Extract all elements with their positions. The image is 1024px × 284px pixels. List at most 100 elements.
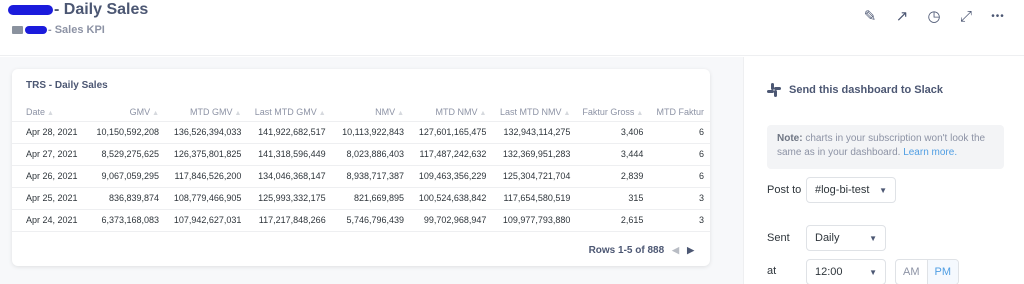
title-row: - Daily Sales — [8, 0, 148, 20]
time-select[interactable]: 12:00 ▼ — [806, 259, 886, 284]
post-to-label: Post to — [767, 184, 802, 196]
frequency-select[interactable]: Daily ▼ — [806, 225, 886, 251]
table-row: Apr 27, 2021 8,529,275,625 126,375,801,8… — [12, 143, 710, 166]
column-header[interactable]: Last MTD GMV ▲ — [247, 103, 332, 122]
table-cell[interactable]: 5,746,796,439 — [331, 209, 411, 232]
fullscreen-arrow-icon[interactable]: ↗ — [892, 6, 912, 26]
table-cell[interactable]: 100,524,638,842 — [410, 187, 493, 210]
column-header[interactable]: MTD Faktur — [649, 103, 710, 122]
column-header[interactable]: MTD GMV ▲ — [165, 103, 248, 122]
table-cell[interactable]: 8,529,275,625 — [87, 143, 166, 166]
table-cell[interactable]: Apr 25, 2021 — [12, 187, 88, 210]
slack-header: Send this dashboard to Slack — [767, 83, 943, 97]
slack-title: Send this dashboard to Slack — [789, 84, 944, 96]
table-cell[interactable]: 117,217,848,266 — [247, 209, 332, 232]
table-cell[interactable]: 117,846,526,200 — [165, 165, 248, 188]
channel-value: #log-bi-test — [815, 184, 870, 196]
table-cell[interactable]: 821,669,895 — [331, 187, 411, 210]
edit-icon[interactable]: ✎ — [860, 6, 880, 26]
table-cell[interactable]: 8,023,886,403 — [331, 143, 411, 166]
table-cell[interactable]: 10,113,922,843 — [331, 121, 411, 144]
table-cell[interactable]: Apr 27, 2021 — [12, 143, 88, 166]
redacted-text — [8, 5, 53, 15]
pagination: Rows 1-5 of 888 ◀ ▶ — [589, 245, 694, 256]
dashboard-canvas: TRS - Daily Sales Date ▲ GMV ▲ MTD GMV ▲ La… — [0, 57, 744, 284]
table-row: Apr 28, 2021 10,150,592,208 136,526,394,… — [12, 121, 710, 144]
slack-icon — [767, 83, 781, 97]
table-cell[interactable]: Apr 28, 2021 — [12, 121, 88, 144]
column-header[interactable]: Faktur Gross ▲ — [576, 103, 650, 122]
column-header[interactable]: Last MTD NMV ▲ — [492, 103, 577, 122]
previous-page-icon[interactable]: ◀ — [672, 245, 679, 256]
table-cell[interactable]: 132,943,114,275 — [492, 121, 577, 144]
table-cell[interactable]: 2,615 — [576, 209, 650, 232]
table-cell[interactable]: 836,839,874 — [87, 187, 166, 210]
column-header[interactable]: GMV ▲ — [87, 103, 166, 122]
table-cell[interactable]: 3,444 — [576, 143, 650, 166]
column-header[interactable]: NMV ▲ — [331, 103, 411, 122]
folder-icon — [12, 26, 23, 34]
dashboard-header: - Daily Sales - Sales KPI ✎ ↗ ◷ ⤢ ••• — [0, 0, 1024, 56]
collection-name: - Sales KPI — [48, 24, 105, 36]
table-cell[interactable]: 117,654,580,519 — [492, 187, 577, 210]
collection-breadcrumb[interactable]: - Sales KPI — [12, 24, 105, 36]
table-cell[interactable]: 109,977,793,880 — [492, 209, 577, 232]
table-cell[interactable]: 99,702,968,947 — [410, 209, 493, 232]
table-cell[interactable]: 117,487,242,632 — [410, 143, 493, 166]
column-header[interactable]: Date ▲ — [12, 103, 88, 122]
dashboard-title: - Daily Sales — [54, 1, 149, 18]
table-cell[interactable]: 10,150,592,208 — [87, 121, 166, 144]
table-cell[interactable]: Apr 26, 2021 — [12, 165, 88, 188]
am-option[interactable]: AM — [896, 260, 928, 284]
chevron-down-icon: ▼ — [879, 185, 887, 195]
table-cell[interactable]: 107,942,627,031 — [165, 209, 248, 232]
subscription-sidebar: Send this dashboard to Slack Note: chart… — [745, 57, 1024, 284]
table-cell[interactable]: 2,839 — [576, 165, 650, 188]
table-cell[interactable]: Apr 24, 2021 — [12, 209, 88, 232]
clock-icon[interactable]: ◷ — [924, 6, 944, 26]
subscription-note: Note: charts in your subscription won't … — [767, 125, 1004, 169]
dashcard-daily-sales: TRS - Daily Sales Date ▲ GMV ▲ MTD GMV ▲ La… — [12, 69, 710, 266]
next-page-icon[interactable]: ▶ — [687, 245, 694, 256]
table-cell[interactable]: 127,601,165,475 — [410, 121, 493, 144]
table-cell[interactable]: 109,463,356,229 — [410, 165, 493, 188]
header-actions: ✎ ↗ ◷ ⤢ ••• — [860, 6, 1008, 26]
data-table: Date ▲ GMV ▲ MTD GMV ▲ Last MTD GMV ▲ NMV ▲ M… — [12, 103, 710, 232]
table-cell[interactable]: 132,369,951,283 — [492, 143, 577, 166]
more-icon[interactable]: ••• — [988, 6, 1008, 26]
table-cell[interactable]: 9,067,059,295 — [87, 165, 166, 188]
table-cell[interactable]: 8,938,717,387 — [331, 165, 411, 188]
pm-option[interactable]: PM — [927, 260, 958, 284]
learn-more-link[interactable]: Learn more. — [903, 147, 957, 158]
table-cell[interactable]: 315 — [576, 187, 650, 210]
channel-select[interactable]: #log-bi-test ▼ — [806, 177, 896, 203]
table-cell[interactable]: 141,318,596,449 — [247, 143, 332, 166]
table-cell[interactable]: 126,375,801,825 — [165, 143, 248, 166]
column-header[interactable]: MTD NMV ▲ — [410, 103, 493, 122]
frequency-value: Daily — [815, 232, 840, 244]
table-cell[interactable]: 108,779,466,905 — [165, 187, 248, 210]
chevron-down-icon: ▼ — [869, 233, 877, 243]
note-label: Note: — [777, 133, 803, 144]
table-cell[interactable]: 6,373,168,083 — [87, 209, 166, 232]
table-row: Apr 25, 2021 836,839,874 108,779,466,905… — [12, 187, 710, 210]
redacted-text — [25, 26, 47, 34]
table-row: Apr 24, 2021 6,373,168,083 107,942,627,0… — [12, 209, 710, 232]
table-cell[interactable]: 3 — [649, 187, 710, 210]
table-cell[interactable]: 141,922,682,517 — [247, 121, 332, 144]
table-cell[interactable]: 125,993,332,175 — [247, 187, 332, 210]
table-cell[interactable]: 6 — [649, 121, 710, 144]
table-cell[interactable]: 136,526,394,033 — [165, 121, 248, 144]
table-cell[interactable]: 3,406 — [576, 121, 650, 144]
table-header-row: Date ▲ GMV ▲ MTD GMV ▲ Last MTD GMV ▲ NMV ▲ M… — [12, 103, 710, 122]
card-title[interactable]: TRS - Daily Sales — [26, 80, 108, 91]
table-cell[interactable]: 3 — [649, 209, 710, 232]
am-pm-toggle: AM PM — [895, 259, 959, 284]
table-cell[interactable]: 6 — [649, 165, 710, 188]
table-cell[interactable]: 6 — [649, 143, 710, 166]
sent-label: Sent — [767, 232, 790, 244]
table-cell[interactable]: 125,304,721,704 — [492, 165, 577, 188]
table-cell[interactable]: 134,046,368,147 — [247, 165, 332, 188]
at-label: at — [767, 265, 777, 277]
expand-icon[interactable]: ⤢ — [956, 6, 976, 26]
